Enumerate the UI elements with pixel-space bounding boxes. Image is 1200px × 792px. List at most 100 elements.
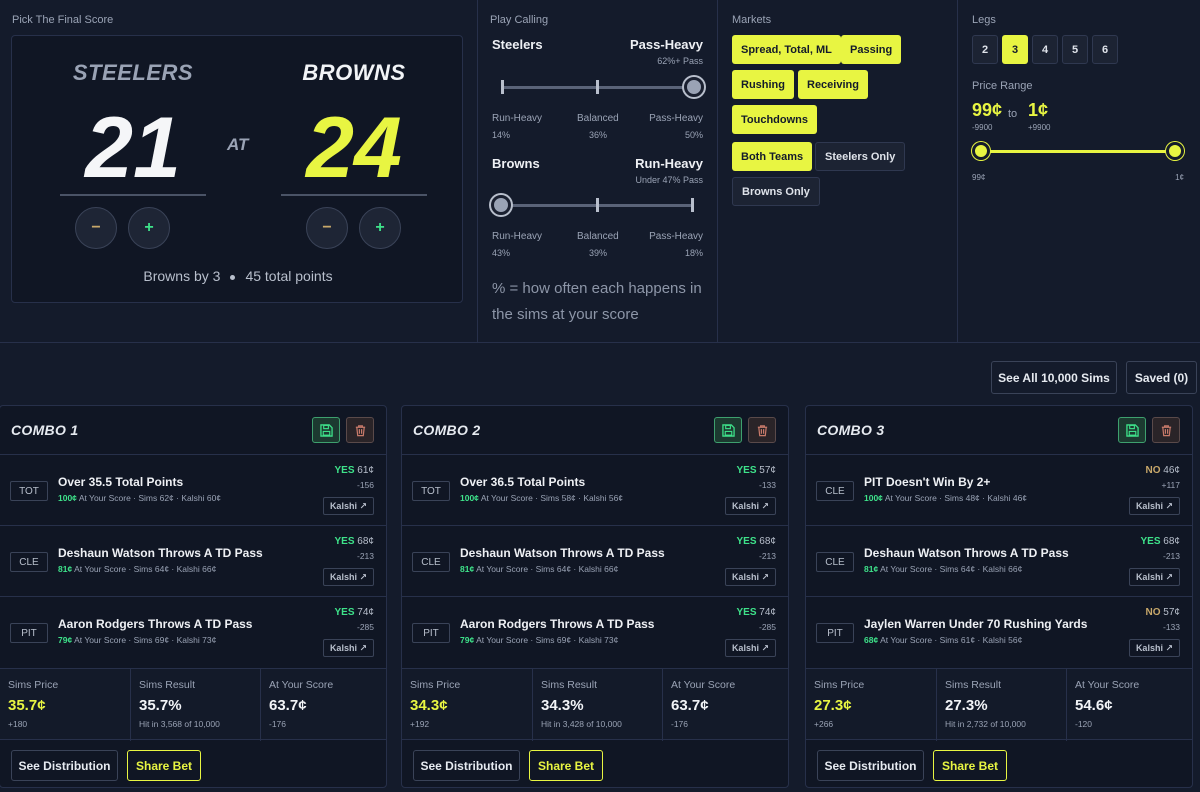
pc-mode-browns: Run-Heavy: [635, 156, 703, 171]
legs-option-3[interactable]: 3: [1002, 35, 1028, 64]
leg-price: 57¢: [1160, 607, 1180, 618]
home-score: 21: [85, 100, 181, 196]
combo-leg-row: PIT Jaylen Warren Under 70 Rushing Yards 6…: [806, 596, 1192, 667]
home-increment-button[interactable]: +: [128, 207, 170, 249]
leg-side: YES: [334, 465, 355, 476]
combo-leg-row: CLE PIT Doesn't Win By 2+ 100¢ At Your Sco…: [806, 454, 1192, 525]
kalshi-link-button[interactable]: Kalshi ↗: [322, 568, 374, 586]
kalshi-link-button[interactable]: Kalshi ↗: [724, 497, 776, 515]
price-range-slider[interactable]: [981, 150, 1176, 153]
kalshi-link-button[interactable]: Kalshi ↗: [322, 639, 374, 657]
legs-option-2[interactable]: 2: [972, 35, 998, 64]
away-team-name: BROWNS: [302, 60, 406, 85]
kalshi-link-button[interactable]: Kalshi ↗: [1128, 497, 1180, 515]
leg-side: YES: [736, 607, 757, 618]
kalshi-link-button[interactable]: Kalshi ↗: [1128, 639, 1180, 657]
price-min-knob[interactable]: [972, 142, 990, 160]
stat-sub: -176: [671, 719, 689, 729]
away-increment-button[interactable]: +: [359, 207, 401, 249]
share-bet-button[interactable]: Share Bet: [933, 750, 1007, 781]
stat-sub: Hit in 3,428 of 10,000: [541, 719, 622, 729]
save-icon: [319, 423, 333, 437]
slider-tick: [501, 80, 504, 94]
steelers-slider-knob[interactable]: [684, 77, 704, 97]
combo-title: COMBO 2: [413, 422, 481, 438]
team-tag: PIT: [412, 623, 450, 643]
combo-leg-row: TOT Over 35.5 Total Points 100¢ At Your Sc…: [0, 454, 386, 525]
price-min: 99¢: [972, 100, 1003, 120]
delete-combo-button[interactable]: [346, 417, 374, 443]
steelers-play-slider[interactable]: [501, 77, 704, 97]
kalshi-link-button[interactable]: Kalshi ↗: [322, 497, 374, 515]
leg-sims-info: At Your Score · Sims 64¢ · Kalshi 66¢: [878, 564, 1023, 574]
legs-option-6[interactable]: 6: [1092, 35, 1118, 64]
markets-title: Markets: [732, 14, 772, 26]
leg-score-price: 100¢: [460, 493, 479, 503]
share-bet-button[interactable]: Share Bet: [127, 750, 201, 781]
leg-sims-info: At Your Score · Sims 61¢ · Kalshi 56¢: [878, 635, 1023, 645]
price-max-knob[interactable]: [1166, 142, 1184, 160]
kalshi-link-button[interactable]: Kalshi ↗: [724, 639, 776, 657]
leg-odds: -213: [356, 551, 374, 561]
save-combo-button[interactable]: [1118, 417, 1146, 443]
delete-combo-button[interactable]: [748, 417, 776, 443]
legs-section: Legs 2 3 4 5 6 Price Range 99¢ to 1¢ -99…: [957, 0, 1200, 343]
pc-label: Balanced: [577, 113, 619, 124]
leg-score-price: 68¢: [864, 635, 879, 645]
market-rushing[interactable]: Rushing: [732, 70, 794, 99]
save-combo-button[interactable]: [312, 417, 340, 443]
leg-price: 57¢: [756, 465, 776, 476]
stat-sub: Hit in 2,732 of 10,000: [945, 719, 1026, 729]
leg-price: 61¢: [354, 465, 374, 476]
legs-option-4[interactable]: 4: [1032, 35, 1058, 64]
save-icon: [1125, 423, 1139, 437]
leg-odds: -213: [758, 551, 776, 561]
save-combo-button[interactable]: [714, 417, 742, 443]
market-both-teams[interactable]: Both Teams: [732, 142, 813, 171]
saved-button[interactable]: Saved (0): [1126, 361, 1197, 394]
legs-option-5[interactable]: 5: [1062, 35, 1088, 64]
leg-odds: -213: [1162, 551, 1180, 561]
see-distribution-button[interactable]: See Distribution: [817, 750, 924, 781]
market-steelers-only[interactable]: Steelers Only: [815, 142, 906, 171]
market-passing[interactable]: Passing: [841, 35, 902, 64]
market-touchdowns[interactable]: Touchdowns: [732, 105, 818, 134]
market-spread-total-ml[interactable]: Spread, Total, ML: [732, 35, 841, 64]
browns-slider-knob[interactable]: [491, 195, 511, 215]
leg-side-price: YES 74¢: [737, 607, 776, 618]
price-to-label: to: [1008, 108, 1018, 120]
see-all-sims-button[interactable]: See All 10,000 Sims: [991, 361, 1117, 394]
leg-sims-info: At Your Score · Sims 58¢ · Kalshi 56¢: [478, 493, 624, 503]
legs-title: Legs: [972, 14, 996, 26]
market-receiving[interactable]: Receiving: [798, 70, 868, 99]
slider-tick: [596, 198, 599, 212]
market-browns-only[interactable]: Browns Only: [732, 177, 820, 206]
save-icon: [721, 423, 735, 437]
delete-combo-button[interactable]: [1152, 417, 1180, 443]
score-box: STEELERS BROWNS 21 24 AT − + − + Browns …: [11, 35, 463, 303]
leg-side: YES: [736, 465, 757, 476]
see-distribution-button[interactable]: See Distribution: [11, 750, 118, 781]
see-distribution-button[interactable]: See Distribution: [413, 750, 520, 781]
combo-card-3: COMBO 3 CLE PIT Doesn't Win By 2+ 100¢ At …: [805, 405, 1193, 788]
markets-section: Markets Spread, Total, ML Passing Rushin…: [717, 0, 957, 343]
leg-side-price: YES 68¢: [1141, 536, 1180, 547]
stat-value: 27.3¢: [814, 697, 852, 714]
pc-pct: 50%: [684, 130, 703, 140]
leg-score-price: 79¢: [460, 635, 475, 645]
score-section-title: Pick The Final Score: [12, 14, 114, 26]
home-decrement-button[interactable]: −: [75, 207, 117, 249]
leg-subtitle: 100¢ At Your Score · Sims 58¢ · Kalshi 5…: [460, 493, 623, 503]
away-decrement-button[interactable]: −: [306, 207, 348, 249]
kalshi-link-button[interactable]: Kalshi ↗: [724, 568, 776, 586]
browns-play-slider[interactable]: [491, 195, 694, 215]
pc-pct: 36%: [589, 130, 608, 140]
kalshi-link-button[interactable]: Kalshi ↗: [1128, 568, 1180, 586]
leg-title: Aaron Rodgers Throws A TD Pass: [460, 617, 655, 631]
combo-card-2: COMBO 2 TOT Over 36.5 Total Points 100¢ At…: [401, 405, 789, 788]
leg-title: Deshaun Watson Throws A TD Pass: [58, 546, 263, 560]
share-bet-button[interactable]: Share Bet: [529, 750, 603, 781]
stat-cell: Sims Price 35.7¢ +180: [0, 669, 130, 741]
stat-label: Sims Result: [945, 679, 1002, 691]
leg-odds: -133: [758, 480, 776, 490]
